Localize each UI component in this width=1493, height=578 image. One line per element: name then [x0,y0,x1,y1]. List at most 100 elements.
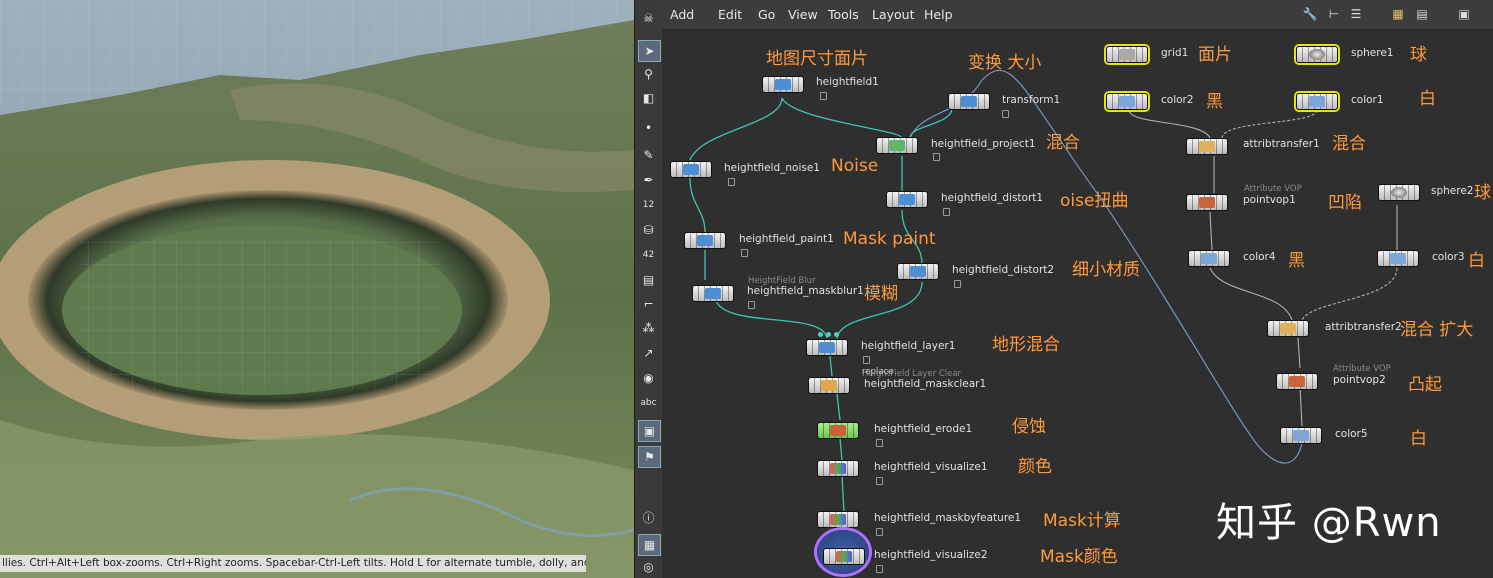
input-dot[interactable] [826,332,831,337]
annotation: 球 [1410,45,1427,65]
node-label: heightfield_visualize1 [874,461,988,473]
hook-icon[interactable]: ↗ [638,343,659,363]
node-heightfield-erode1[interactable] [817,422,859,439]
table-icon[interactable]: ▤ [1414,7,1430,22]
dot-icon[interactable]: • [638,118,659,138]
lock-icon [933,153,940,161]
node-color1[interactable] [1296,93,1338,110]
node-label: color1 [1351,94,1384,106]
node-heightfield-maskblur1[interactable] [692,285,734,302]
annotation: 白 [1410,429,1427,449]
node-heightfield-maskclear1[interactable] [808,377,850,394]
pin-icon[interactable]: ⚑ [638,446,661,468]
node-label: attribtransfer1 [1243,138,1320,150]
scene-viewport[interactable]: llies. Ctrl+Alt+Left box-zooms. Ctrl+Rig… [0,0,634,578]
node-pointvop2[interactable] [1276,373,1318,390]
node-attribtransfer2[interactable] [1267,320,1309,337]
node-heightfield-distort1[interactable] [886,191,928,208]
lock-icon [954,280,961,288]
ruler-icon[interactable]: ⌐ [638,294,659,314]
node-label: heightfield_distort2 [952,264,1055,276]
menu-go[interactable]: Go [758,7,775,22]
node-heightfield-visualize2[interactable] [823,548,865,565]
camera-icon[interactable]: ◧ [638,88,659,108]
lock-icon [876,477,883,485]
node-heightfield-noise1[interactable] [670,161,712,178]
abc-label[interactable]: abc [638,393,659,413]
number-42-icon[interactable]: 42 [638,245,659,265]
annotation: 凸起 [1408,375,1442,395]
node-label: heightfield1 [816,76,879,88]
node-label: transform1 [1002,94,1061,106]
number-12-icon[interactable]: 12 [638,195,659,215]
lock-icon [863,356,870,364]
node-heightfield-paint1[interactable] [684,232,726,249]
node-color2[interactable] [1106,93,1148,110]
image-icon[interactable]: ▣ [1456,7,1472,22]
node-tag: replace [862,367,894,377]
node-heightfield1[interactable] [762,76,804,93]
wire [1299,385,1303,427]
view-icon[interactable]: ⚲ [638,64,659,84]
node-attribtransfer1[interactable] [1186,138,1228,155]
annotation: 白 [1468,251,1485,271]
node-transform1[interactable] [948,93,990,110]
viewport-status-bar: llies. Ctrl+Alt+Left box-zooms. Ctrl+Rig… [0,555,586,572]
list-icon[interactable]: ☰ [1348,7,1364,22]
wire [689,177,706,233]
input-dot[interactable] [818,332,823,337]
annotation: 白 [1419,89,1436,109]
annotation: 侵蚀 [1012,417,1046,437]
node-sphere1[interactable] [1296,46,1338,63]
annotation: 黑 [1206,92,1223,112]
annotation: Mask paint [843,229,936,249]
node-heightfield-layer1[interactable] [806,339,848,356]
snap-icon[interactable]: ⁂ [638,318,659,338]
select-icon[interactable]: ➤ [638,40,661,62]
node-pointvop1[interactable] [1186,194,1228,211]
node-sublabel: Attribute VOP [1333,364,1391,374]
node-color4[interactable] [1188,250,1230,267]
menu-help[interactable]: Help [924,7,953,22]
node-heightfield-distort2[interactable] [897,263,939,280]
node-label: heightfield_maskblur1 [747,285,864,297]
pen-icon[interactable]: ✒ [638,170,659,190]
menu-edit[interactable]: Edit [718,7,742,22]
node-label: pointvop1 [1243,194,1296,206]
lock-icon [748,301,755,309]
node-color3[interactable] [1377,250,1419,267]
brush-icon[interactable]: ✎ [638,145,659,165]
menu-view[interactable]: View [788,7,818,22]
wrench-icon[interactable]: 🔧 [1302,7,1318,22]
circle-icon[interactable]: ◉ [638,368,659,388]
annotation: 模糊 [864,284,898,304]
layout-icon[interactable]: ▦ [638,534,661,556]
wire [1209,267,1293,321]
annotation: 球 [1474,183,1491,203]
network-menubar: Add Edit Go View Tools Layout Help 🔧 ⊢ ☰… [662,0,1493,30]
eye-icon[interactable]: ◎ [638,557,659,577]
node-grid1[interactable] [1106,46,1148,63]
lock-icon [876,528,883,536]
tree-icon[interactable]: ⊢ [1326,7,1342,22]
wire [1221,109,1318,139]
grid-icon[interactable]: ▦ [1390,7,1406,22]
picture-icon[interactable]: ▣ [638,420,661,442]
node-heightfield-visualize1[interactable] [817,460,859,477]
annotation: 地形混合 [992,335,1060,355]
terrain-render [0,0,634,578]
input-dot[interactable] [834,332,839,337]
node-label: heightfield_noise1 [724,162,820,174]
tool-label: 42 [642,250,655,260]
stack-icon[interactable]: ▤ [638,270,659,290]
node-heightfield-maskbyfeature1[interactable] [817,511,859,528]
menu-layout[interactable]: Layout [872,7,915,22]
node-color5[interactable] [1280,427,1322,444]
menu-add[interactable]: Add [670,7,694,22]
bucket-icon[interactable]: ⛁ [638,220,659,240]
menu-tools[interactable]: Tools [828,7,859,22]
node-heightfield-project1[interactable] [876,137,918,154]
skull-icon[interactable]: ☠ [638,8,659,28]
node-sphere2[interactable] [1378,184,1420,201]
info-icon[interactable]: ⓘ [638,508,659,528]
